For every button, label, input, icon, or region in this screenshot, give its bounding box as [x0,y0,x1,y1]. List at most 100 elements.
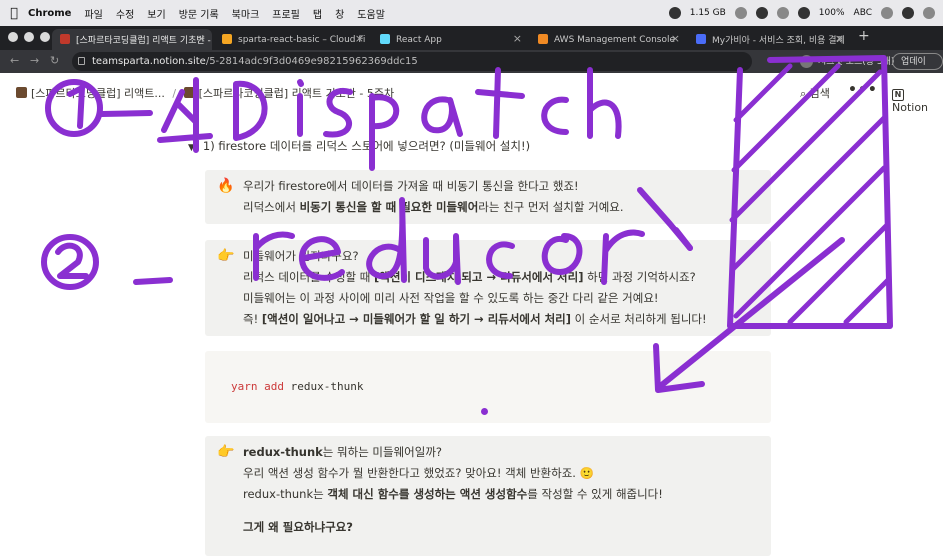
browser-tab[interactable]: [스파르타코딩클럽] 리액트 기초반 - × [52,29,212,50]
code-line: yarn add redux-thunk [231,380,363,393]
lock-icon[interactable] [78,57,85,65]
incognito-label[interactable]: 시크릿 모드(창 3개) [818,54,894,67]
notion-logo-icon: N [892,89,904,101]
reload-icon[interactable]: ↻ [50,54,59,67]
code-block[interactable]: yarn add redux-thunk [205,351,771,423]
clock-icon[interactable] [881,7,893,19]
new-tab-button[interactable]: + [858,28,870,44]
bold-text: 비동기 통신을 할 때 필요한 미들웨어 [299,200,479,214]
search-icon[interactable] [902,7,914,19]
status-app-icon[interactable] [668,7,681,19]
tab-favicon [696,34,706,44]
zoom-window-button[interactable] [40,32,50,42]
search-button[interactable]: ⌕ 검색 [800,85,830,101]
text-run: 리덕스에서 [243,200,300,214]
incognito-icon[interactable] [800,55,813,68]
status-app-icon[interactable] [776,7,789,19]
menu-history[interactable]: 방문 기록 [179,6,219,21]
update-button[interactable]: 업데이트 [892,53,943,84]
control-center-icon[interactable] [923,7,935,19]
page-icon [183,87,195,98]
close-tab-icon[interactable]: × [835,32,844,45]
menu-app-name[interactable]: Chrome [28,8,71,19]
ink-stroke [55,242,89,279]
menu-help[interactable]: 도움말 [357,6,385,21]
breadcrumb-item[interactable]: [스파르타코딩클럽] 리액트... [31,87,165,100]
minimize-window-button[interactable] [24,32,34,42]
close-tab-icon[interactable]: × [671,32,680,45]
bold-text: [액션이 일어나고 → 미들웨어가 할 일 하기 → 리듀서에서 처리] [261,312,572,326]
menu-edit[interactable]: 수정 [116,6,134,21]
tab-title: sparta-react-basic – Cloud Fi [238,34,366,45]
text-run: redux-thunk는 [243,487,328,501]
ink-stroke [133,277,173,285]
menu-tab[interactable]: 탭 [313,6,322,21]
callout-text: 미들웨어가 뭔지나구요? 리덕스 데이터를 수정할 때 [액션이 디스패치 되고… [243,246,761,330]
pen-cursor-dot [481,408,488,415]
text-run: 는 뭐하는 미들웨어일까? [322,445,443,459]
callout-line: 미들웨어가 뭔지나구요? [243,249,359,263]
fire-emoji-icon: 🔥 [217,178,235,194]
bold-text: [액션이 디스패치 되고 → 리듀서에서 처리] [374,270,584,284]
forward-arrow-icon[interactable]: → [30,54,39,67]
wifi-icon[interactable] [797,7,810,19]
callout-line: 리덕스에서 비동기 통신을 할 때 필요한 미들웨어라는 친구 먼저 설치할 거… [243,197,761,218]
tab-favicon [380,34,390,44]
notion-brand-link[interactable]: NNotion [892,85,943,114]
apple-icon[interactable]:  [0,6,28,21]
callout-line: redux-thunk는 객체 대신 함수를 생성하는 액션 생성함수를 작성할… [243,484,761,505]
close-tab-icon[interactable]: × [197,32,206,45]
toggle-title: 1) firestore 데이터를 리덕스 스토어에 넣으려면? (미들웨어 설… [202,139,531,153]
url-host: teamsparta.notion.site [92,56,206,67]
close-tab-icon[interactable]: × [355,32,364,45]
close-window-button[interactable] [8,32,18,42]
address-bar[interactable]: teamsparta.notion.site/5-2814adc9f3d0469… [72,52,752,71]
callout-line: 그게 왜 필요하냐구요? [243,517,761,538]
code-keyword: add [264,380,284,393]
close-tab-icon[interactable]: × [513,32,522,45]
breadcrumb: [스파르타코딩클럽] 리액트... / [스파르타코딩클럽] 리액트 기초반 -… [16,85,394,101]
window-controls [8,32,50,42]
more-options-icon[interactable]: ••• [848,82,878,98]
text-run: 즉! [243,312,262,326]
browser-toolbar: ← → ↻ teamsparta.notion.site/5-2814adc9f… [0,50,943,84]
tab-favicon [538,34,548,44]
notion-brand-label: Notion [892,101,929,114]
browser-tab-strip: [스파르타코딩클럽] 리액트 기초반 - × sparta-react-basi… [0,26,943,50]
callout-line: 미들웨어는 이 과정 사이에 미리 사전 작업을 할 수 있도록 하는 중간 다… [243,291,659,305]
menu-file[interactable]: 파일 [84,6,102,21]
toggle-triangle-icon[interactable]: ▼ [188,143,195,153]
text-run: 하던 과정 기억하시죠? [583,270,696,284]
memory-readout[interactable]: 1.15 GB [690,8,726,18]
text-run: 를 작성할 수 있게 해줍니다! [527,487,663,501]
back-arrow-icon[interactable]: ← [10,54,19,67]
status-app-icon[interactable] [734,7,747,19]
text-run: 리덕스 데이터를 수정할 때 [243,270,375,284]
status-app-icon[interactable] [755,7,768,19]
url-path: /5-2814adc9f3d0469e98215962369ddc15 [205,56,418,67]
menu-profiles[interactable]: 프로필 [272,6,300,21]
battery-readout[interactable]: 100% [819,8,845,18]
menu-bookmarks[interactable]: 북마크 [232,6,260,21]
browser-tab[interactable]: React App × [372,29,528,50]
tab-favicon [222,34,232,44]
menu-window[interactable]: 창 [335,6,344,21]
breadcrumb-item[interactable]: [스파르타코딩클럽] 리액트 기초반 - 5주차 [199,87,394,100]
browser-tab[interactable]: sparta-react-basic – Cloud Fi × [214,29,370,50]
text-run: 라는 친구 먼저 설치할 거예요. [478,200,624,214]
browser-tab[interactable]: My가비아 - 서비스 조회, 비용 결제 × [688,29,850,50]
tab-title: [스파르타코딩클럽] 리액트 기초반 - [76,36,211,46]
pointing-hand-emoji-icon: 👉 [217,444,235,460]
input-source[interactable]: ABC [854,8,872,18]
macos-menu-bar:  Chrome 파일 수정 보기 방문 기록 북마크 프로필 탭 창 도움말 … [0,0,943,26]
bold-text: redux-thunk [243,445,323,459]
tab-title: My가비아 - 서비스 조회, 비용 결제 [712,36,845,46]
menu-view[interactable]: 보기 [147,6,165,21]
callout-block: 👉 redux-thunk는 뭐하는 미들웨어일까? 우리 액션 생성 함수가 … [205,436,771,556]
page-icon [16,87,27,98]
toggle-heading[interactable]: ▼ 1) firestore 데이터를 리덕스 스토어에 넣으려면? (미들웨어 … [188,138,530,154]
bold-text: 그게 왜 필요하냐구요? [243,520,353,534]
browser-tab[interactable]: AWS Management Console × [530,29,686,50]
tab-title: React App [396,34,442,45]
